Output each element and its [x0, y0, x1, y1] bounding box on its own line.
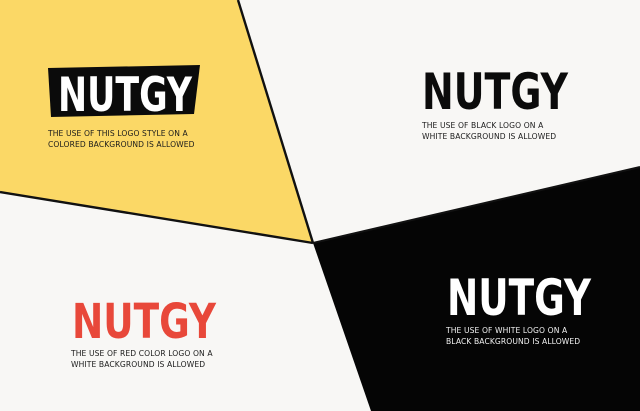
logo-wordmark: NUTGY	[72, 295, 217, 343]
nutgy-logo-black: NUTGY	[422, 64, 569, 114]
caption-line: COLORED BACKGROUND IS ALLOWED	[48, 140, 195, 149]
yellow-panel	[0, 0, 313, 243]
logo-wordmark: NUTGY	[447, 270, 592, 320]
black-logo-caption: THE USE OF BLACK LOGO ON A WHITE BACKGRO…	[422, 120, 556, 142]
caption-line: BLACK BACKGROUND IS ALLOWED	[446, 337, 581, 346]
logo-wordmark: NUTGY	[58, 68, 193, 120]
white-logo-caption: THE USE OF WHITE LOGO ON A BLACK BACKGRO…	[446, 325, 580, 347]
nutgy-logo-outlined: NUTGY	[48, 65, 200, 120]
nutgy-logo-white: NUTGY	[447, 270, 592, 320]
logo-wordmark: NUTGY	[422, 64, 569, 114]
caption-line: WHITE BACKGROUND IS ALLOWED	[422, 132, 557, 141]
caption-line: WHITE BACKGROUND IS ALLOWED	[71, 360, 206, 369]
caption-line: THE USE OF BLACK LOGO ON A	[422, 121, 544, 130]
caption-line: THE USE OF THIS LOGO STYLE ON A	[48, 129, 188, 138]
red-logo-caption: THE USE OF RED COLOR LOGO ON A WHITE BAC…	[71, 348, 213, 370]
yellow-panel-caption: THE USE OF THIS LOGO STYLE ON A COLORED …	[48, 128, 195, 150]
caption-line: THE USE OF RED COLOR LOGO ON A	[71, 349, 213, 358]
logo-usage-sheet: NUTGY THE USE OF THIS LOGO STYLE ON A CO…	[0, 0, 640, 411]
nutgy-logo-red: NUTGY	[72, 295, 217, 343]
caption-line: THE USE OF WHITE LOGO ON A	[446, 326, 568, 335]
